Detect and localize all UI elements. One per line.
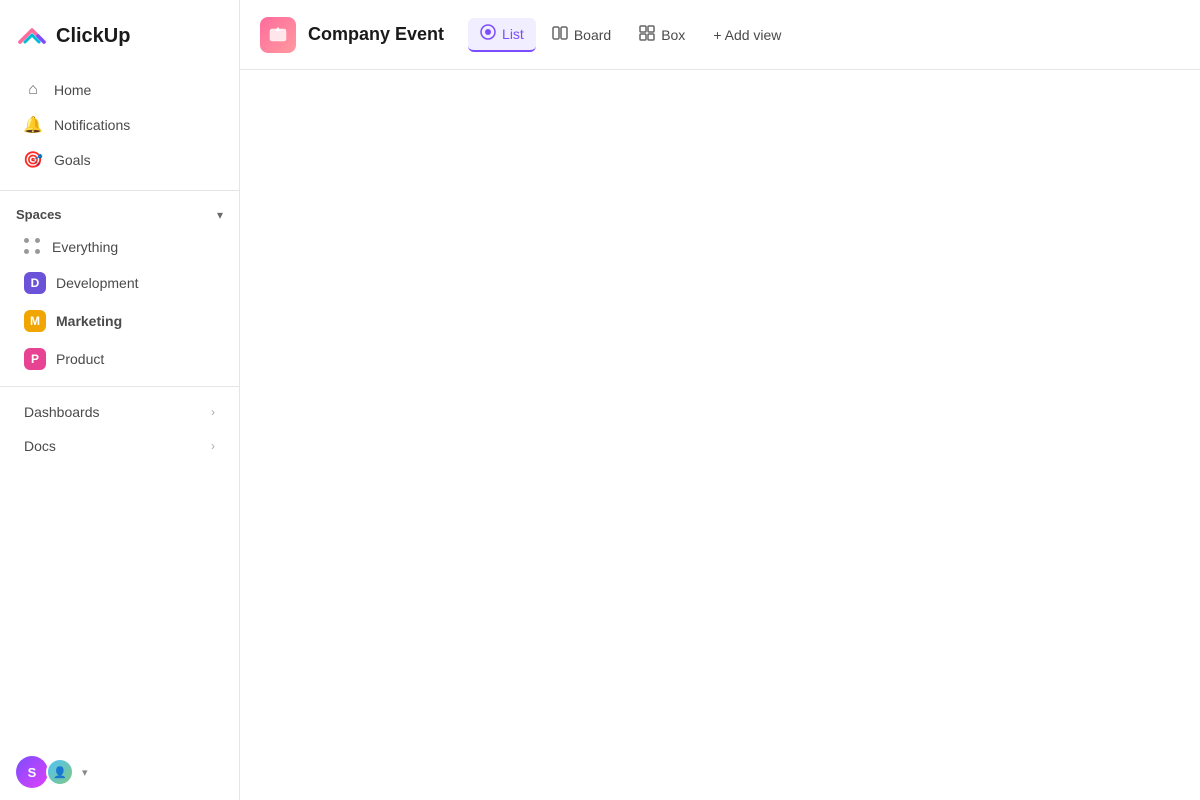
bell-icon: 🔔 bbox=[24, 116, 42, 134]
space-avatar-product: P bbox=[24, 348, 46, 370]
notifications-label: Notifications bbox=[54, 117, 130, 133]
spaces-title: Spaces bbox=[16, 207, 62, 222]
space-label-development: Development bbox=[56, 275, 139, 291]
nav-goals[interactable]: 🎯 Goals bbox=[8, 143, 231, 177]
goals-icon: 🎯 bbox=[24, 151, 42, 169]
box-icon bbox=[639, 25, 655, 45]
nav-dashboards[interactable]: Dashboards › bbox=[8, 396, 231, 428]
space-item-marketing[interactable]: M Marketing bbox=[8, 303, 231, 339]
divider-1 bbox=[0, 190, 239, 191]
tab-list-label: List bbox=[502, 26, 524, 42]
nav-notifications[interactable]: 🔔 Notifications bbox=[8, 108, 231, 142]
space-item-product[interactable]: P Product bbox=[8, 341, 231, 377]
list-icon bbox=[480, 24, 496, 44]
home-icon: ⌂ bbox=[24, 81, 42, 99]
space-avatar-marketing: M bbox=[24, 310, 46, 332]
clickup-logo-icon bbox=[16, 20, 48, 52]
nav-home[interactable]: ⌂ Home bbox=[8, 73, 231, 107]
space-label-everything: Everything bbox=[52, 239, 118, 255]
view-tabs: List Board bbox=[468, 18, 697, 52]
logo-text: ClickUp bbox=[56, 25, 130, 48]
tab-board-label: Board bbox=[574, 27, 611, 43]
add-view-button[interactable]: + Add view bbox=[701, 21, 793, 49]
user-dropdown-icon[interactable]: ▾ bbox=[82, 766, 88, 779]
everything-icon bbox=[24, 238, 42, 256]
content-area bbox=[240, 70, 1200, 800]
board-icon bbox=[552, 25, 568, 45]
space-avatar-development: D bbox=[24, 272, 46, 294]
chevron-right-icon-dashboards: › bbox=[211, 405, 215, 419]
divider-2 bbox=[0, 386, 239, 387]
tab-box[interactable]: Box bbox=[627, 19, 697, 51]
workspace-icon bbox=[260, 17, 296, 53]
nav-docs[interactable]: Docs › bbox=[8, 430, 231, 462]
chevron-down-icon: ▾ bbox=[217, 208, 223, 222]
add-view-label: + Add view bbox=[713, 27, 781, 43]
avatar-img: 👤 bbox=[46, 758, 74, 786]
space-item-development[interactable]: D Development bbox=[8, 265, 231, 301]
chevron-right-icon-docs: › bbox=[211, 439, 215, 453]
tab-box-label: Box bbox=[661, 27, 685, 43]
avatar-s: S bbox=[16, 756, 48, 788]
spaces-header[interactable]: Spaces ▾ bbox=[0, 199, 239, 230]
home-label: Home bbox=[54, 82, 91, 98]
space-item-everything[interactable]: Everything bbox=[8, 231, 231, 263]
space-label-product: Product bbox=[56, 351, 104, 367]
tab-list[interactable]: List bbox=[468, 18, 536, 52]
logo-area: ClickUp bbox=[0, 12, 239, 68]
docs-label: Docs bbox=[24, 438, 56, 454]
tab-board[interactable]: Board bbox=[540, 19, 623, 51]
page-title: Company Event bbox=[308, 24, 444, 45]
sidebar: ClickUp ⌂ Home 🔔 Notifications 🎯 Goals S… bbox=[0, 0, 240, 800]
goals-label: Goals bbox=[54, 152, 91, 168]
dashboards-label: Dashboards bbox=[24, 404, 100, 420]
top-bar: Company Event List bbox=[240, 0, 1200, 70]
user-area[interactable]: S 👤 ▾ bbox=[0, 744, 239, 800]
main-nav: ⌂ Home 🔔 Notifications 🎯 Goals bbox=[0, 68, 239, 182]
main-content: Company Event List bbox=[240, 0, 1200, 800]
space-label-marketing: Marketing bbox=[56, 313, 122, 329]
